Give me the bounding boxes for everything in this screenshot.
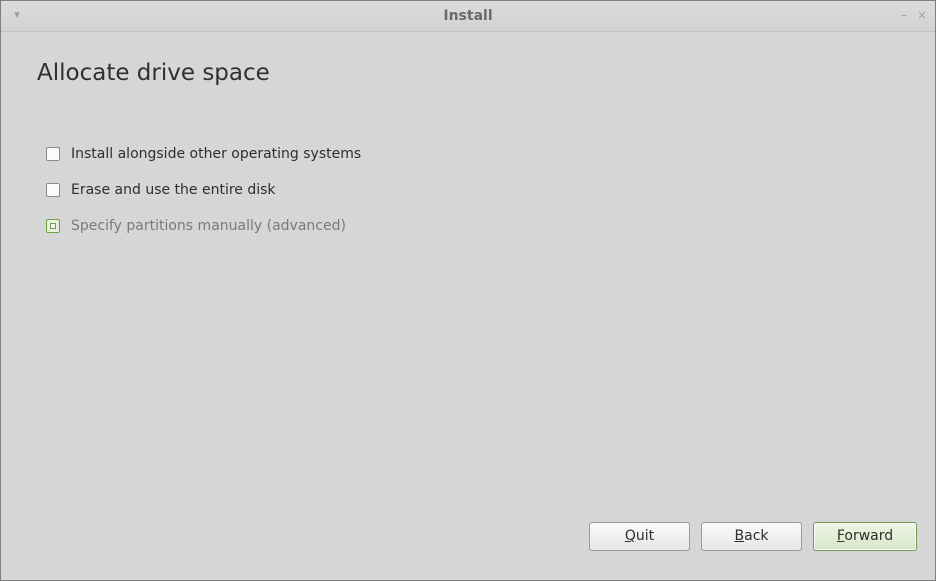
title-bar[interactable]: ▾ Install – × xyxy=(1,1,935,32)
option-checkbox[interactable] xyxy=(46,219,60,233)
forward-button[interactable]: Forward xyxy=(813,522,917,551)
minimize-icon[interactable]: – xyxy=(897,7,911,23)
quit-button[interactable]: Quit xyxy=(589,522,690,551)
close-icon[interactable]: × xyxy=(915,7,929,23)
quit-button-label: uit xyxy=(635,528,655,544)
option-label: Install alongside other operating system… xyxy=(71,146,362,162)
page-title: Allocate drive space xyxy=(37,60,270,86)
option-manual-partitions[interactable]: Specify partitions manually (advanced) xyxy=(46,217,346,235)
forward-button-label: orward xyxy=(844,528,894,544)
option-label: Specify partitions manually (advanced) xyxy=(71,218,346,234)
quit-button-accel: Q xyxy=(624,528,636,544)
back-button-label: ack xyxy=(744,528,769,544)
option-checkbox[interactable] xyxy=(46,147,60,161)
option-erase-disk[interactable]: Erase and use the entire disk xyxy=(46,181,276,199)
window-title: Install xyxy=(443,8,493,24)
option-checkbox[interactable] xyxy=(46,183,60,197)
option-label: Erase and use the entire disk xyxy=(71,182,276,198)
installer-window: ▾ Install – × Allocate drive space Insta… xyxy=(0,0,936,581)
option-install-alongside[interactable]: Install alongside other operating system… xyxy=(46,145,361,163)
back-button[interactable]: Back xyxy=(701,522,802,551)
back-button-accel: B xyxy=(734,528,745,544)
